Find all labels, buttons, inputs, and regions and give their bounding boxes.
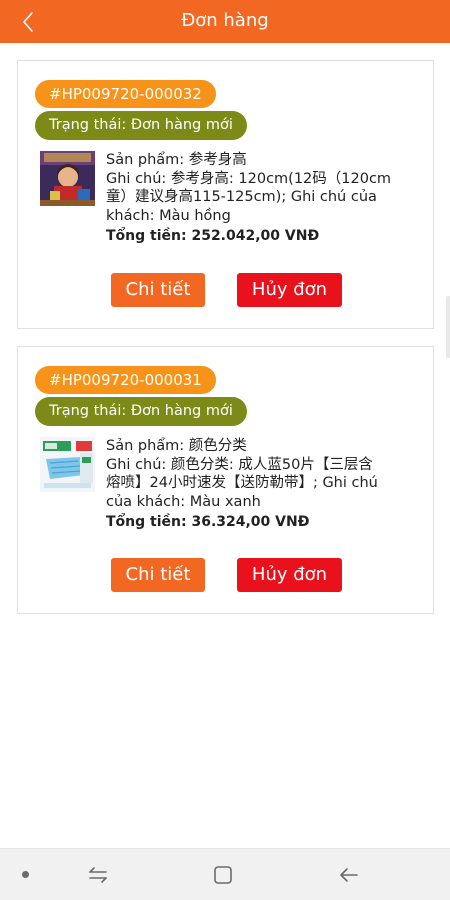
note-line: 熔喷】24小时速发【送防勒带】; Ghi chú: [106, 475, 378, 491]
status-badge: Trạng thái: Đơn hàng mới: [35, 397, 247, 426]
order-id-badge: #HP009720-000031: [35, 366, 216, 394]
back-arrow-icon: [340, 868, 358, 882]
home-icon: [214, 866, 232, 884]
scroll-indicator[interactable]: [446, 296, 450, 358]
app-screen: Đơn hàng #HP009720-000032 Trạng thái: Đơ…: [0, 0, 450, 900]
note-line: của khách: Màu xanh: [106, 493, 261, 510]
detail-button[interactable]: Chi tiết: [111, 558, 205, 592]
order-card: #HP009720-000031 Trạng thái: Đơn hàng mớ…: [17, 346, 434, 614]
product-line: Sản phẩm: 参考身高: [106, 152, 247, 168]
order-total: Tổng tiền: 252.042,00 VNĐ: [106, 228, 320, 244]
system-nav-bar: [0, 848, 450, 900]
order-details: Sản phẩm: 颜色分类 Ghi chú: 颜色分类: 成人蓝50片【三层含…: [106, 437, 416, 532]
detail-button[interactable]: Chi tiết: [111, 273, 205, 307]
nav-back-button[interactable]: [337, 863, 361, 887]
order-id-badge: #HP009720-000032: [35, 80, 216, 108]
product-thumbnail: [40, 151, 95, 206]
note-line: 童）建议身高115-125cm); Ghi chú của: [106, 189, 377, 205]
cancel-order-button[interactable]: Hủy đơn: [237, 558, 342, 592]
cancel-order-button[interactable]: Hủy đơn: [237, 273, 342, 307]
recent-apps-button[interactable]: [86, 863, 110, 887]
note-line: khách: Màu hồng: [106, 207, 231, 224]
product-line: Sản phẩm: 颜色分类: [106, 438, 247, 454]
note-line: Ghi chú: 颜色分类: 成人蓝50片【三层含: [106, 456, 373, 473]
page-title: Đơn hàng: [181, 10, 269, 31]
order-details: Sản phẩm: 参考身高 Ghi chú: 参考身高: 120cm(12码（…: [106, 151, 416, 246]
order-card: #HP009720-000032 Trạng thái: Đơn hàng mớ…: [17, 60, 434, 329]
product-thumbnail: [40, 437, 95, 492]
home-button[interactable]: [211, 863, 235, 887]
recent-apps-icon: [89, 867, 107, 883]
top-app-bar: Đơn hàng: [0, 0, 450, 43]
note-line: Ghi chú: 参考身高: 120cm(12码（120cm: [106, 170, 392, 187]
nav-dot-icon: [22, 871, 29, 878]
status-badge: Trạng thái: Đơn hàng mới: [35, 111, 247, 140]
order-total: Tổng tiền: 36.324,00 VNĐ: [106, 514, 310, 530]
